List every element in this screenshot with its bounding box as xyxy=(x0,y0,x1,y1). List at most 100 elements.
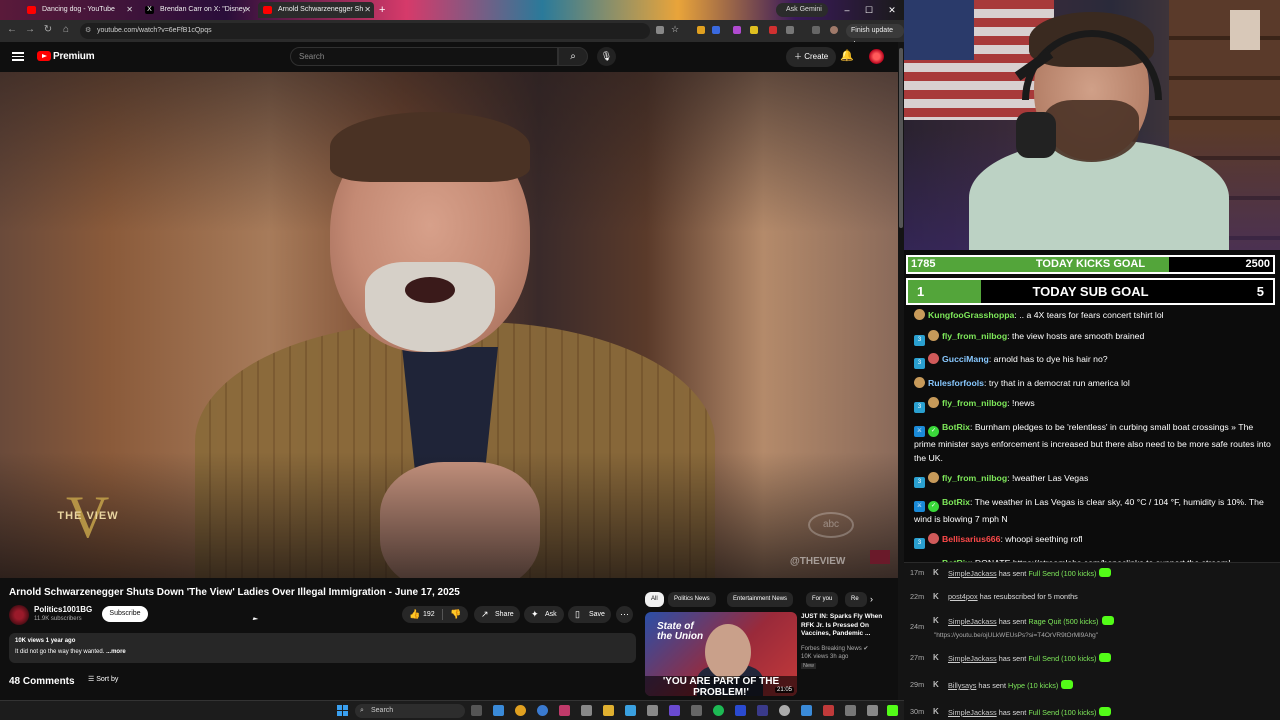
app-icon[interactable] xyxy=(581,705,592,716)
account-avatar[interactable] xyxy=(869,49,884,64)
forward-icon[interactable]: → xyxy=(23,24,37,35)
reload-icon[interactable]: ↻ xyxy=(41,24,55,35)
subscribe-button[interactable]: Subscribe xyxy=(102,606,148,622)
app-icon[interactable] xyxy=(867,705,878,716)
close-tab-icon[interactable]: ✕ xyxy=(244,2,251,18)
extension-icon[interactable] xyxy=(750,26,758,34)
bookmark-star-icon[interactable]: ☆ xyxy=(671,25,679,34)
event-user[interactable]: SimpleJackass xyxy=(948,617,997,626)
ask-button[interactable]: ✦ Ask xyxy=(524,606,564,623)
app-icon[interactable] xyxy=(735,705,746,716)
tab-brendan-carr[interactable]: X Brendan Carr on X: "Disney ✕ xyxy=(140,2,254,18)
gifter-badge-icon xyxy=(914,309,925,320)
event-user[interactable]: SimpleJackass xyxy=(948,654,997,663)
channel-name[interactable]: Politics1001BG xyxy=(34,605,92,614)
page-scrollbar-thumb[interactable] xyxy=(899,48,903,228)
extension-icon[interactable] xyxy=(769,26,777,34)
recommended-video-thumbnail[interactable]: State of the Union 'YOU ARE PART OF THE … xyxy=(645,612,797,696)
close-tab-icon[interactable]: ✕ xyxy=(364,2,371,18)
install-app-icon[interactable] xyxy=(656,26,664,34)
channel-avatar[interactable] xyxy=(9,605,29,625)
new-tab-icon[interactable]: + xyxy=(379,2,385,18)
sort-comments-button[interactable]: ☰ Sort by xyxy=(88,675,118,683)
site-info-icon[interactable]: ⚙ xyxy=(85,23,91,39)
app-icon[interactable] xyxy=(779,705,790,716)
chat-user[interactable]: Rulesforfools xyxy=(928,378,984,388)
more-actions-icon[interactable]: ⋯ xyxy=(616,606,633,623)
app-icon[interactable] xyxy=(647,705,658,716)
dislike-thumbs-down-icon[interactable]: 👎 xyxy=(450,606,461,623)
video-player[interactable]: V THE VIEW abc @THEVIEW xyxy=(0,72,898,578)
sidebar-icon[interactable] xyxy=(812,26,820,34)
app-icon[interactable] xyxy=(691,705,702,716)
event-user[interactable]: Billysays xyxy=(948,681,976,690)
task-view-icon[interactable] xyxy=(471,705,482,716)
chat-user[interactable]: fly_from_nilbog xyxy=(942,398,1007,408)
chat-user[interactable]: GucciMang xyxy=(942,354,989,364)
edge-icon[interactable] xyxy=(537,705,548,716)
notifications-bell-icon[interactable]: 🔔 xyxy=(840,49,854,62)
extension-icon[interactable] xyxy=(697,26,705,34)
extension-icon[interactable] xyxy=(733,26,741,34)
app-icon[interactable] xyxy=(669,705,680,716)
event-user[interactable]: post4pox xyxy=(948,592,978,601)
like-thumbs-up-icon[interactable]: 👍 xyxy=(409,606,420,623)
recommended-channel[interactable]: Forbes Breaking News ✔ xyxy=(801,645,868,652)
search-icon[interactable]: ⌕ xyxy=(558,47,588,66)
description-more-link[interactable]: ...more xyxy=(106,649,126,655)
chip-for-you[interactable]: For you xyxy=(806,592,839,607)
close-tab-icon[interactable]: ✕ xyxy=(126,2,133,18)
app-icon[interactable] xyxy=(493,705,504,716)
description-box[interactable]: 10K views 1 year ago It did not go the w… xyxy=(9,633,636,663)
kick-icon[interactable] xyxy=(887,705,898,716)
extensions-puzzle-icon[interactable] xyxy=(786,26,794,34)
url-field[interactable]: ⚙ youtube.com/watch?v=6eFfB1cQpqs xyxy=(80,23,650,39)
menu-icon[interactable] xyxy=(12,50,24,62)
taskbar-search[interactable]: ⌕ Search xyxy=(355,704,465,718)
share-button[interactable]: ↗ Share xyxy=(474,606,520,623)
tab-arnold-video[interactable]: Arnold Schwarzenegger Sh ✕ xyxy=(258,2,374,18)
app-icon[interactable] xyxy=(757,705,768,716)
chat-user[interactable]: KungfooGrasshoppa xyxy=(928,310,1014,320)
gifter-badge-icon xyxy=(928,472,939,483)
close-window-icon[interactable]: ✕ xyxy=(883,2,901,18)
chat-user[interactable]: fly_from_nilbog xyxy=(942,473,1007,483)
like-count[interactable]: 192 xyxy=(423,606,435,623)
chat-user[interactable]: fly_from_nilbog xyxy=(942,331,1007,341)
windows-start-icon[interactable] xyxy=(337,705,348,716)
ask-gemini-button[interactable]: Ask Gemini xyxy=(776,3,828,17)
chat-user[interactable]: BotRix xyxy=(942,497,970,507)
event-user[interactable]: SimpleJackass xyxy=(948,708,997,717)
tab-dancing-dog[interactable]: Dancing dog - YouTube ✕ xyxy=(22,2,136,18)
youtube-brand[interactable]: Premium xyxy=(53,51,95,62)
maximize-icon[interactable]: ☐ xyxy=(860,2,878,18)
create-button[interactable]: ＋ Create xyxy=(786,47,837,67)
finish-update-button[interactable]: Finish update ⋮ xyxy=(846,24,904,48)
chat-user[interactable]: BotRix xyxy=(942,422,970,432)
chip-all[interactable]: All xyxy=(645,592,664,607)
extension-icon[interactable] xyxy=(712,26,720,34)
minimize-icon[interactable]: – xyxy=(838,2,856,18)
home-icon[interactable]: ⌂ xyxy=(59,24,73,35)
profile-icon[interactable] xyxy=(830,26,838,34)
app-icon[interactable] xyxy=(801,705,812,716)
app-icon[interactable] xyxy=(625,705,636,716)
chip-entertainment-news[interactable]: Entertainment News xyxy=(727,592,794,607)
recommended-video-title[interactable]: JUST IN: Sparks Fly When RFK Jr. Is Pres… xyxy=(801,613,891,639)
app-icon[interactable] xyxy=(559,705,570,716)
chip-recent[interactable]: Re xyxy=(845,592,867,607)
chat-user[interactable]: Bellisarius666 xyxy=(942,534,1000,544)
chip-politics-news[interactable]: Politics News xyxy=(668,592,716,607)
chrome-icon[interactable] xyxy=(515,705,526,716)
chevron-right-icon[interactable]: › xyxy=(870,592,873,607)
event-user[interactable]: SimpleJackass xyxy=(948,569,997,578)
file-explorer-icon[interactable] xyxy=(603,705,614,716)
app-icon[interactable] xyxy=(823,705,834,716)
search-input[interactable]: Search xyxy=(290,47,558,66)
spotify-icon[interactable] xyxy=(713,705,724,716)
save-button[interactable]: ▯ Save xyxy=(568,606,611,623)
youtube-logo-icon[interactable] xyxy=(37,51,51,61)
back-icon[interactable]: ← xyxy=(5,24,19,35)
app-icon[interactable] xyxy=(845,705,856,716)
microphone-icon[interactable]: 🎙 xyxy=(597,47,616,66)
